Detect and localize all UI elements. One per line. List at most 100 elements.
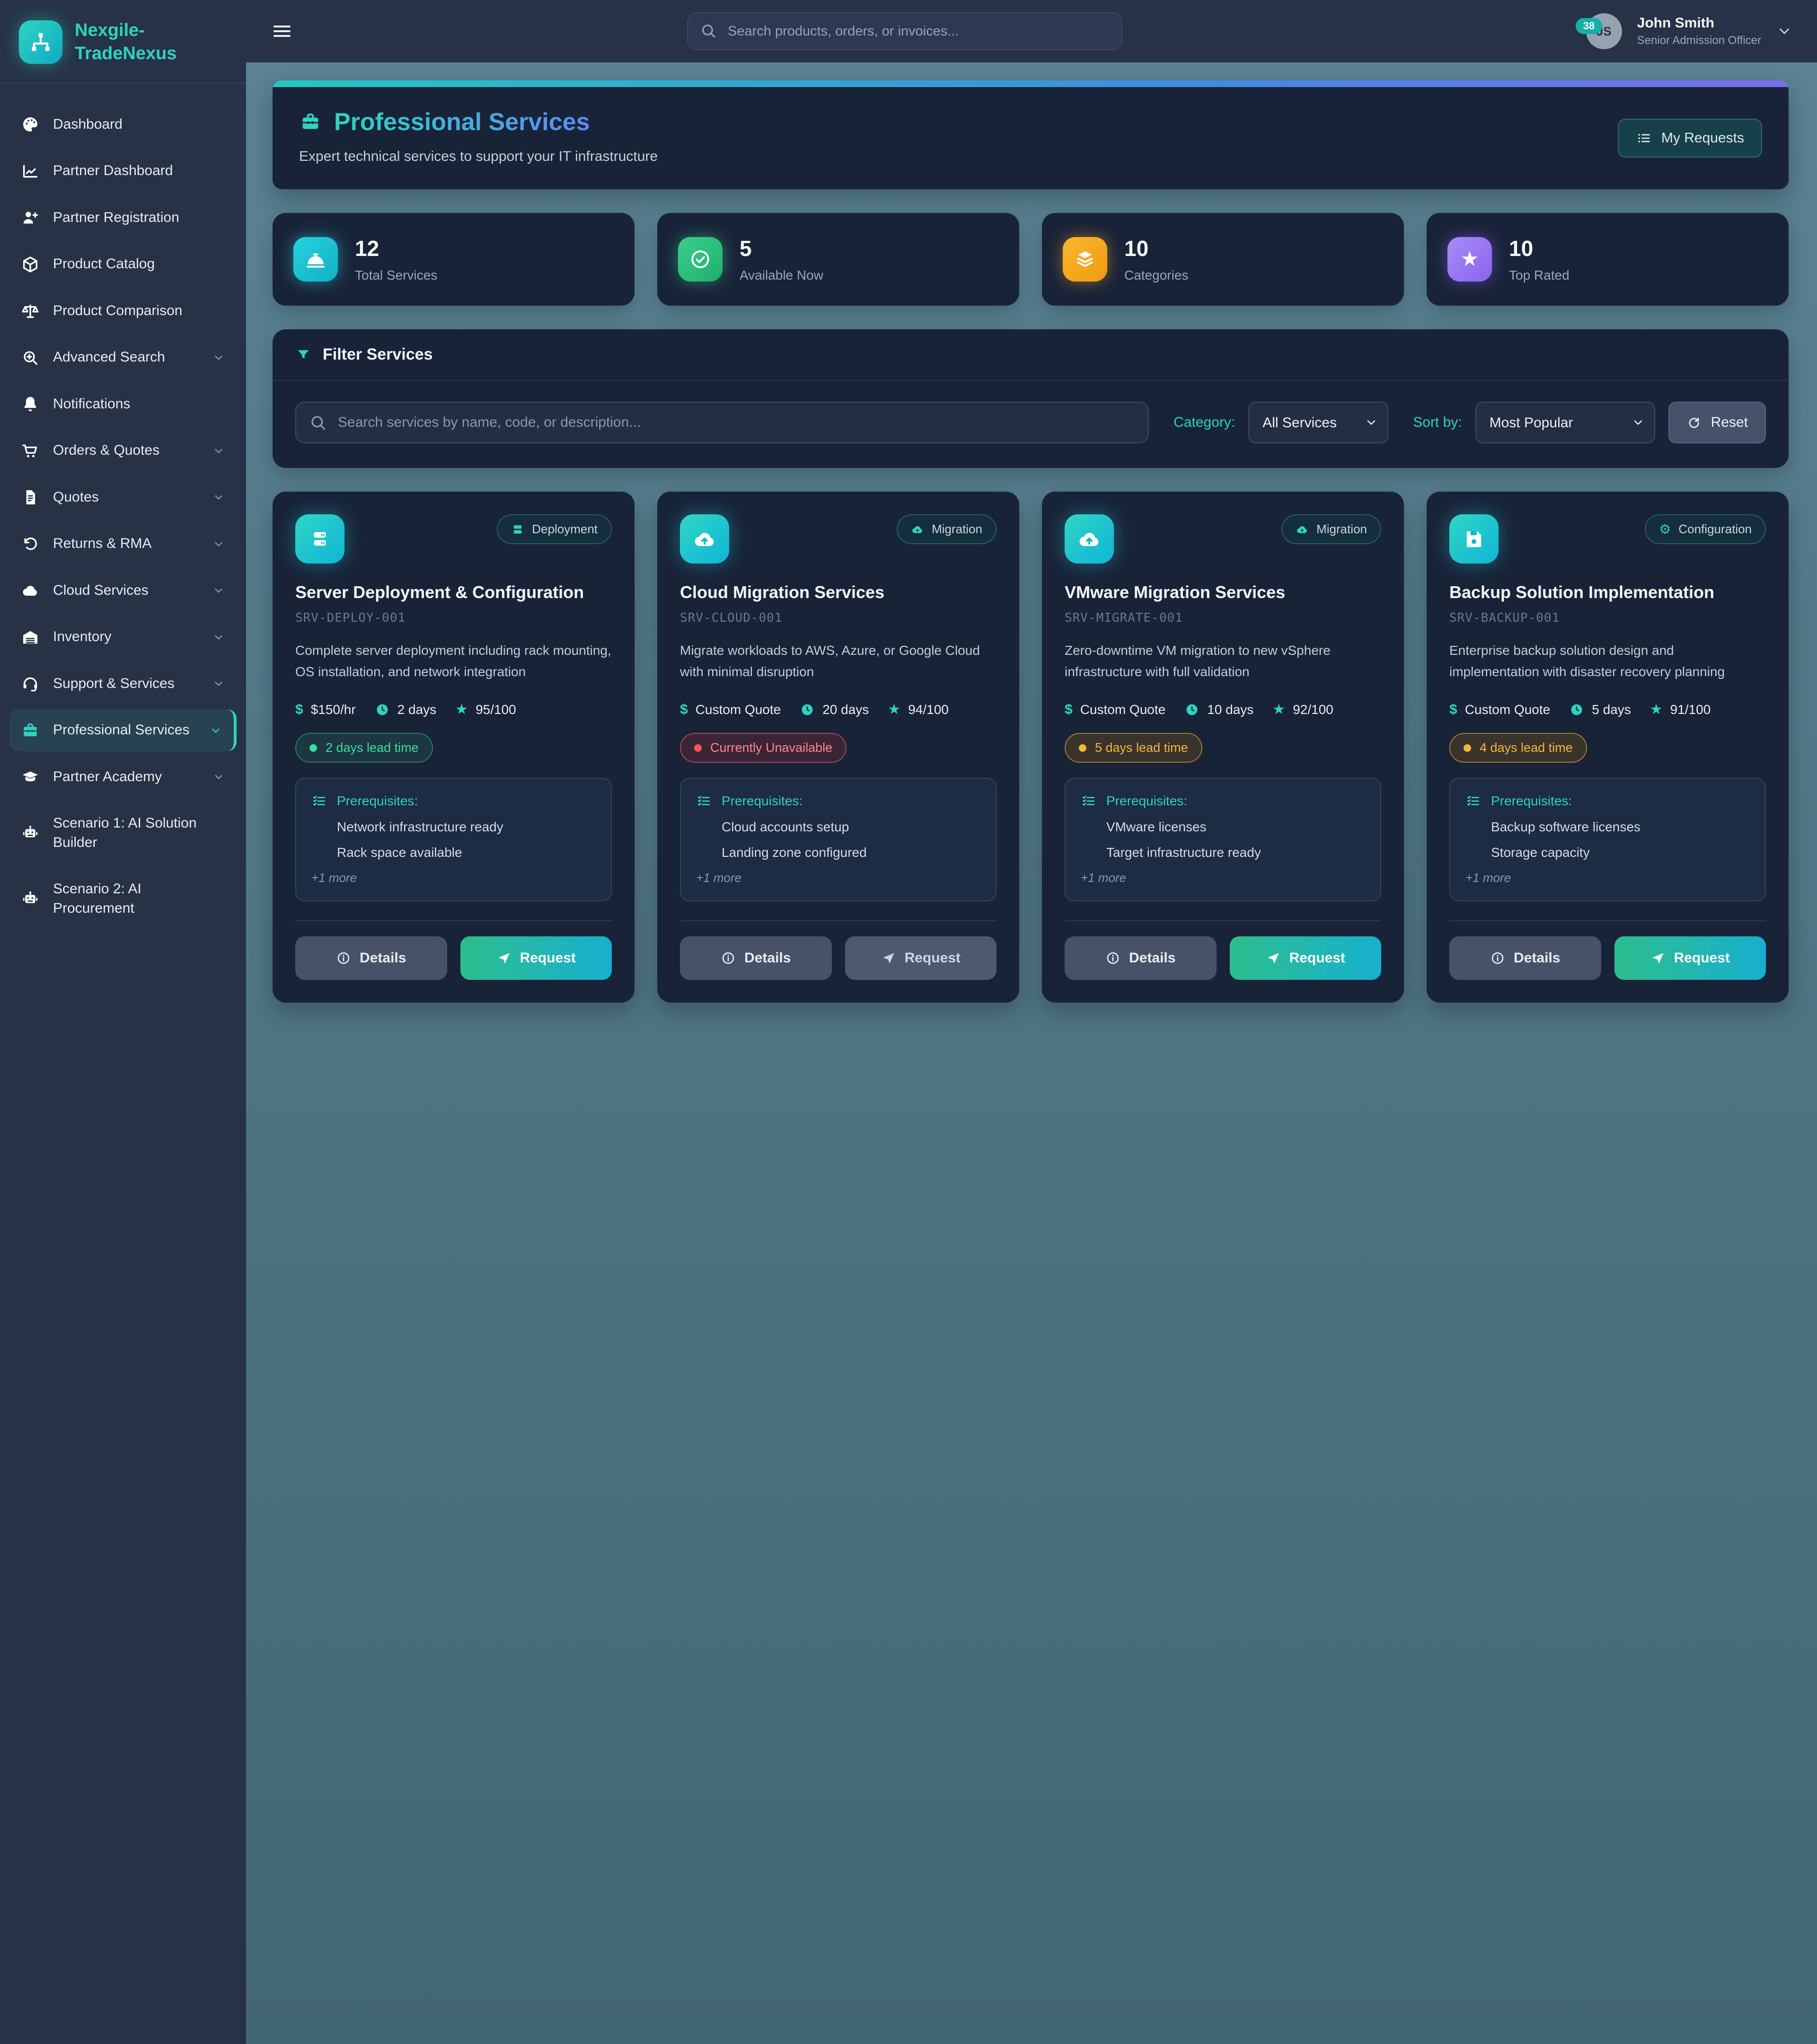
request-button-disabled[interactable]: Request [845,936,997,980]
service-duration: 20 days [822,702,869,717]
service-description: Zero-downtime VM migration to new vSpher… [1065,640,1381,686]
paper-plane-icon [881,951,896,966]
sidebar-item-dashboard[interactable]: Dashboard [9,104,237,146]
scales-icon [21,301,40,320]
main-area: 38 JS John Smith Senior Admission Office… [246,0,1817,2044]
sidebar-item-quotes[interactable]: Quotes [9,476,237,519]
request-button[interactable]: Request [460,936,612,980]
sidebar-item-label: Product Catalog [53,255,225,274]
sidebar-item-returns-rma[interactable]: Returns & RMA [9,523,237,565]
sidebar-item-label: Dashboard [53,115,225,134]
sidebar-item-product-catalog[interactable]: Product Catalog [9,243,237,285]
gear-icon: ⚙ [1659,523,1671,536]
prerequisites-box: Prerequisites: Network infrastructure re… [295,778,612,901]
sidebar-item-label: Advanced Search [53,348,199,367]
sidebar-item-orders-quotes[interactable]: Orders & Quotes [9,430,237,472]
prerequisites-more: +1 more [311,871,596,885]
sidebar-item-advanced-search[interactable]: Advanced Search [9,336,237,379]
cart-icon [21,441,40,460]
sidebar-item-label: Partner Registration [53,208,225,228]
filter-controls: Category: All Services Sort by: Most Pop… [273,381,1789,468]
service-description: Complete server deployment including rac… [295,640,612,686]
search-icon [699,22,717,40]
sidebar-item-product-comparison[interactable]: Product Comparison [9,290,237,332]
sidebar-item-label: Orders & Quotes [53,441,199,460]
global-search-input[interactable] [687,12,1122,50]
prerequisite-item: Storage capacity [1465,845,1750,860]
category-badge: ⚙ Configuration [1645,514,1766,544]
user-plus-icon [21,208,40,227]
chevron-down-icon [212,491,225,504]
availability-chip: Currently Unavailable [680,733,847,763]
sidebar-item-inventory[interactable]: Inventory [9,616,237,658]
global-search [687,12,1122,50]
divider [680,920,997,921]
category-label: Category: [1173,414,1235,431]
sidebar-item-label: Scenario 2: AI Procurement [53,880,225,918]
graduation-cap-icon [21,767,40,786]
stat-card-categories: 10 Categories [1042,213,1404,306]
sidebar-item-cloud-services[interactable]: Cloud Services [9,570,237,612]
stat-card-available-now: 5 Available Now [657,213,1019,306]
details-button[interactable]: Details [1065,936,1217,980]
page-subtitle: Expert technical services to support you… [299,149,1762,165]
reset-button[interactable]: Reset [1668,402,1766,443]
layers-icon [1063,237,1107,282]
info-icon [336,951,351,966]
stat-card-top-rated: ★ 10 Top Rated [1427,213,1789,306]
sidebar-item-scenario-2[interactable]: Scenario 2: AI Procurement [9,868,237,929]
sidebar-item-partner-registration[interactable]: Partner Registration [9,197,237,239]
rotate-icon [1686,415,1702,430]
service-meta: $Custom Quote 10 days ★92/100 [1065,702,1381,718]
service-title: Backup Solution Implementation [1449,582,1766,602]
rotate-left-icon [21,535,40,554]
service-search-input[interactable] [295,402,1149,443]
details-button[interactable]: Details [680,936,832,980]
chevron-down-icon [212,537,225,551]
category-select[interactable]: All Services [1248,402,1388,443]
checklist-icon [696,793,712,809]
paper-plane-icon [1266,951,1281,966]
request-button[interactable]: Request [1230,936,1382,980]
sidebar-item-support-services[interactable]: Support & Services [9,663,237,705]
service-rating: 95/100 [476,702,516,717]
stat-label: Categories [1124,268,1188,283]
stat-value: 5 [740,236,823,261]
hamburger-menu-icon[interactable] [271,20,293,43]
sidebar-item-partner-dashboard[interactable]: Partner Dashboard [9,150,237,192]
sidebar-item-partner-academy[interactable]: Partner Academy [9,756,237,798]
sidebar-item-scenario-1[interactable]: Scenario 1: AI Solution Builder [9,802,237,863]
user-info[interactable]: John Smith Senior Admission Officer [1637,15,1761,47]
funnel-icon [295,347,311,363]
sitemap-icon [28,30,53,54]
request-button[interactable]: Request [1614,936,1766,980]
prerequisite-item: Cloud accounts setup [696,819,980,835]
my-requests-label: My Requests [1661,130,1744,146]
sort-select[interactable]: Most Popular [1475,402,1655,443]
user-name: John Smith [1637,15,1761,31]
cloud-icon [21,581,40,600]
chevron-down-icon[interactable] [1776,23,1792,39]
sidebar-item-notifications[interactable]: Notifications [9,383,237,425]
clock-icon [375,702,390,717]
service-code: SRV-CLOUD-001 [680,611,997,625]
cube-icon [21,255,40,274]
user-role: Senior Admission Officer [1637,34,1761,47]
stat-label: Top Rated [1509,268,1570,283]
sidebar-item-professional-services[interactable]: Professional Services [9,709,237,751]
stats-row: 12 Total Services 5 Available Now 10 C [273,213,1789,306]
cloud-icon [1296,523,1309,536]
stat-card-total-services: 12 Total Services [273,213,635,306]
category-select-wrap: All Services [1248,402,1388,443]
sidebar-item-label: Support & Services [53,674,199,694]
service-meta: $Custom Quote 20 days ★94/100 [680,702,997,718]
service-title: Server Deployment & Configuration [295,582,612,602]
details-button[interactable]: Details [295,936,447,980]
topbar-right: 38 JS John Smith Senior Admission Office… [1565,13,1792,49]
warehouse-icon [21,628,40,647]
my-requests-button[interactable]: My Requests [1618,119,1762,158]
sidebar: Nexgile-TradeNexus Dashboard Partner Das… [0,0,246,2044]
service-rating: 92/100 [1293,702,1333,717]
details-button[interactable]: Details [1449,936,1601,980]
notifications-button[interactable]: 38 [1565,27,1571,35]
